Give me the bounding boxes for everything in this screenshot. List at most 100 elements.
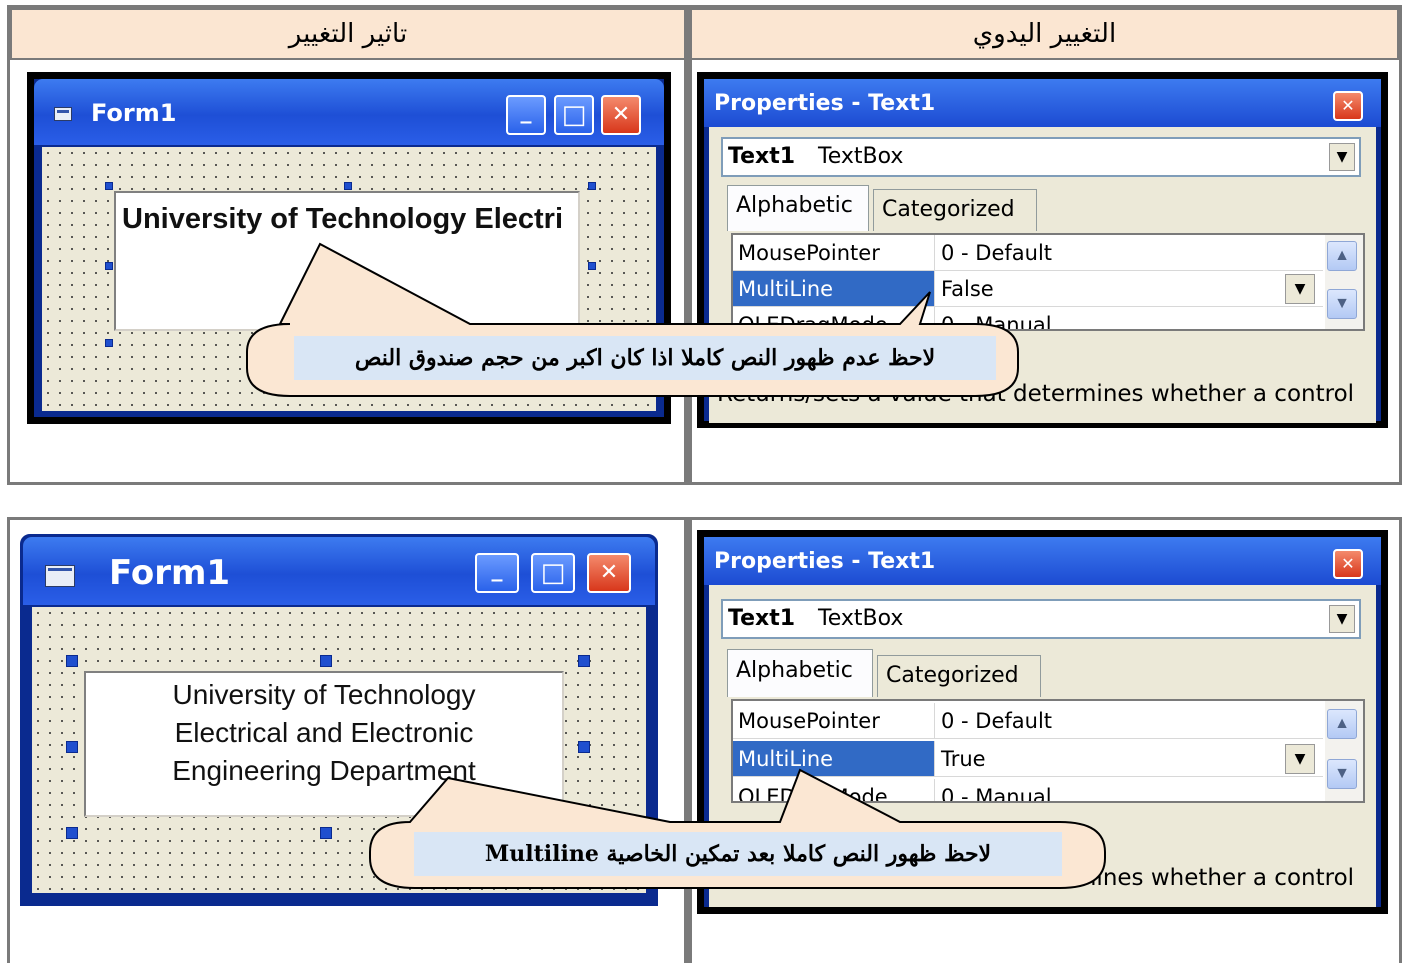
- tab-alphabetic-label: Alphabetic: [736, 193, 853, 218]
- tab-alphabetic[interactable]: Alphabetic: [727, 649, 873, 697]
- object-type: TextBox: [818, 606, 904, 631]
- property-scrollbar[interactable]: ▲ ▼: [1325, 701, 1363, 801]
- text1-textbox[interactable]: University of Technology Electrical and …: [84, 671, 564, 817]
- resize-handle[interactable]: [105, 262, 113, 270]
- minimize-icon: _: [520, 99, 532, 124]
- property-value: 0 - Manual: [941, 313, 1052, 331]
- callout-text-label: لاحظ عدم ظهور النص كاملا اذا كان اكبر من…: [354, 345, 936, 371]
- maximize-button[interactable]: □: [531, 553, 575, 593]
- properties-titlebar[interactable]: Properties - Text1 ✕: [704, 79, 1381, 127]
- textbox-line: University of Technology: [172, 679, 476, 710]
- properties-titlebar[interactable]: Properties - Text1 ✕: [704, 537, 1381, 585]
- resize-handle[interactable]: [105, 182, 113, 190]
- form1-titlebar[interactable]: Form1 _ □ ✕: [23, 537, 655, 605]
- minimize-icon: _: [491, 557, 503, 582]
- resize-handle[interactable]: [588, 182, 596, 190]
- scroll-down-icon: ▼: [1334, 295, 1350, 312]
- object-dropdown-button[interactable]: ▼: [1329, 143, 1355, 171]
- properties-close-button[interactable]: ✕: [1333, 91, 1363, 121]
- scroll-down-button[interactable]: ▼: [1327, 289, 1357, 319]
- tab-categorized-label: Categorized: [886, 663, 1019, 688]
- form1-title: Form1: [109, 553, 231, 593]
- property-row-multiline[interactable]: MultiLine False ▼: [733, 271, 1323, 307]
- minimize-button[interactable]: _: [475, 553, 519, 593]
- value-dropdown-button[interactable]: ▼: [1285, 744, 1315, 774]
- resize-handle[interactable]: [66, 827, 78, 839]
- value-dropdown-button[interactable]: ▼: [1285, 274, 1315, 304]
- maximize-icon: □: [561, 100, 587, 130]
- property-grid[interactable]: MousePointer 0 - Default MultiLine True …: [731, 699, 1365, 803]
- textbox-line: Engineering Department: [172, 755, 476, 786]
- scroll-up-button[interactable]: ▲: [1327, 241, 1357, 271]
- property-value: 0 - Default: [941, 709, 1053, 733]
- maximize-button[interactable]: □: [554, 95, 594, 135]
- dropdown-arrow-icon: ▼: [1336, 611, 1348, 627]
- properties-title: Properties - Text1: [714, 91, 936, 116]
- property-scrollbar[interactable]: ▲ ▼: [1325, 235, 1363, 329]
- resize-handle[interactable]: [578, 741, 590, 753]
- property-description: Returns/sets a value that determines whe…: [717, 381, 1367, 407]
- scroll-up-icon: ▲: [1334, 715, 1350, 732]
- object-selector[interactable]: Text1 TextBox ▼: [721, 137, 1361, 177]
- resize-handle[interactable]: [320, 827, 332, 839]
- scroll-up-button[interactable]: ▲: [1327, 709, 1357, 739]
- property-grid[interactable]: MousePointer 0 - Default MultiLine False…: [731, 233, 1365, 331]
- table-divider: [684, 520, 692, 963]
- tab-categorized[interactable]: Categorized: [873, 189, 1037, 231]
- property-row[interactable]: OLEDragMode 0 - Manual: [733, 779, 1323, 803]
- property-row-multiline[interactable]: MultiLine True ▼: [733, 741, 1323, 777]
- form-icon: [54, 107, 72, 121]
- object-dropdown-button[interactable]: ▼: [1329, 605, 1355, 633]
- property-name: MousePointer: [733, 235, 935, 270]
- header-effect: تاثير التغيير: [10, 8, 686, 60]
- scroll-down-icon: ▼: [1334, 765, 1350, 782]
- minimize-button[interactable]: _: [506, 95, 546, 135]
- property-name: MultiLine: [733, 741, 935, 776]
- tab-categorized-label: Categorized: [882, 197, 1015, 222]
- dropdown-arrow-icon: ▼: [1294, 281, 1306, 297]
- tab-categorized[interactable]: Categorized: [877, 655, 1041, 697]
- callout-text: لاحظ ظهور النص كاملا بعد تمكين الخاصية M…: [414, 832, 1062, 876]
- object-name: Text1: [728, 144, 796, 169]
- scroll-down-button[interactable]: ▼: [1327, 759, 1357, 789]
- property-name: OLEDragMode: [733, 779, 935, 801]
- resize-handle[interactable]: [105, 339, 113, 347]
- property-value: 0 - Default: [941, 241, 1053, 265]
- textbox-line: Electrical and Electronic: [174, 717, 474, 748]
- close-icon: ✕: [1341, 554, 1355, 573]
- text1-textbox[interactable]: University of Technology Electri: [114, 191, 580, 331]
- dropdown-arrow-icon: ▼: [1294, 751, 1306, 767]
- close-button[interactable]: ✕: [587, 553, 631, 593]
- tab-alphabetic[interactable]: Alphabetic: [727, 185, 869, 231]
- close-button[interactable]: ✕: [601, 95, 641, 135]
- resize-handle[interactable]: [66, 741, 78, 753]
- header-manual-label: التغيير اليدوي: [972, 19, 1117, 49]
- properties-close-button[interactable]: ✕: [1333, 549, 1363, 579]
- tab-alphabetic-label: Alphabetic: [736, 658, 853, 683]
- object-selector[interactable]: Text1 TextBox ▼: [721, 599, 1361, 639]
- resize-handle[interactable]: [344, 182, 352, 190]
- resize-handle[interactable]: [66, 655, 78, 667]
- close-icon: ✕: [611, 102, 631, 127]
- property-name: MultiLine: [733, 271, 935, 306]
- property-row[interactable]: OLEDragMode 0 - Manual: [733, 307, 1323, 331]
- form-icon: [45, 565, 75, 587]
- property-value: True: [941, 747, 986, 771]
- property-row[interactable]: MousePointer 0 - Default: [733, 703, 1323, 739]
- header-effect-label: تاثير التغيير: [288, 19, 408, 49]
- resize-handle[interactable]: [320, 655, 332, 667]
- scroll-up-icon: ▲: [1334, 247, 1350, 264]
- property-value: False: [941, 277, 994, 301]
- resize-handle[interactable]: [588, 262, 596, 270]
- callout-text-label: لاحظ ظهور النص كاملا بعد تمكين الخاصية M…: [484, 841, 992, 867]
- callout-text: لاحظ عدم ظهور النص كاملا اذا كان اكبر من…: [294, 336, 996, 380]
- maximize-icon: □: [540, 558, 566, 588]
- table-divider: [684, 8, 692, 482]
- header-manual: التغيير اليدوي: [690, 8, 1399, 60]
- property-name: OLEDragMode: [733, 307, 935, 329]
- property-value: 0 - Manual: [941, 785, 1052, 803]
- property-row[interactable]: MousePointer 0 - Default: [733, 235, 1323, 271]
- description-text: Returns/sets a value that determines whe…: [717, 381, 1355, 407]
- resize-handle[interactable]: [578, 655, 590, 667]
- form1-titlebar[interactable]: Form1 _ □ ✕: [34, 79, 664, 145]
